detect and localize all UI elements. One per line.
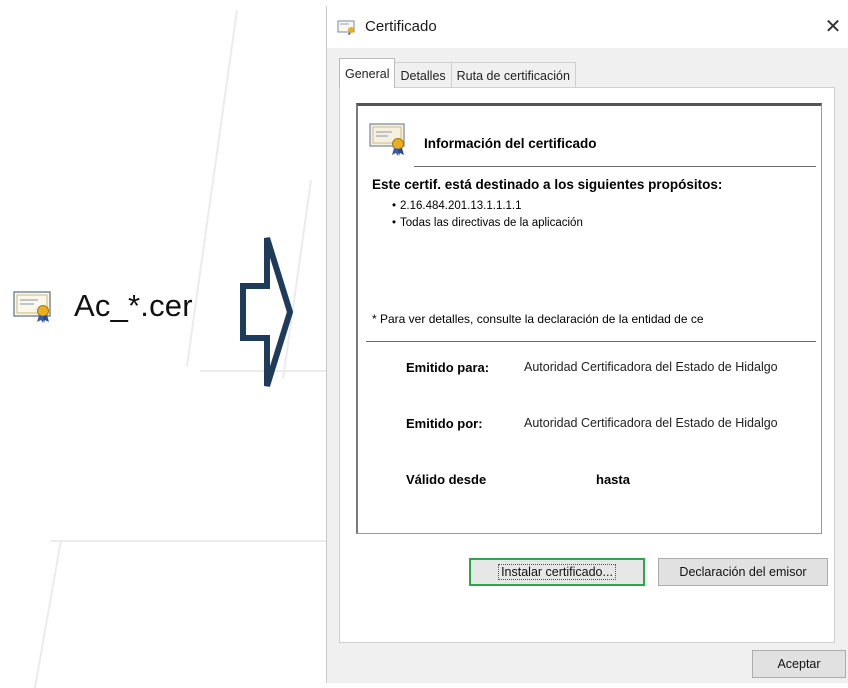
install-certificate-button[interactable]: Instalar certificado...: [469, 558, 645, 586]
background-line: [185, 10, 238, 367]
title-bar[interactable]: Certificado ✕: [327, 6, 848, 48]
purposes-heading: Este certif. está destinado a los siguie…: [372, 177, 723, 192]
tab-bar: General Detalles Ruta de certificación: [339, 58, 576, 88]
ok-button[interactable]: Aceptar: [752, 650, 846, 678]
tab-general[interactable]: General: [339, 58, 396, 88]
purposes-list: 2.16.484.201.13.1.1.1.1 Todas las direct…: [392, 198, 583, 232]
certificate-file[interactable]: Ac_*.cer: [12, 288, 193, 324]
close-button[interactable]: ✕: [818, 12, 848, 42]
divider: [414, 166, 816, 167]
tab-details[interactable]: Detalles: [394, 62, 452, 88]
divider: [366, 341, 816, 342]
install-certificate-label: Instalar certificado...: [498, 564, 616, 580]
general-tab-panel: Información del certificado Este certif.…: [339, 87, 835, 643]
right-arrow-icon: [240, 237, 294, 387]
issued-by-label: Emitido por:: [406, 416, 483, 431]
certificate-icon: [13, 291, 51, 323]
details-note: * Para ver detalles, consulte la declara…: [372, 312, 704, 326]
issuer-statement-button[interactable]: Declaración del emisor: [658, 558, 828, 586]
certificate-icon: [369, 123, 405, 156]
valid-from-label: Válido desde: [406, 472, 487, 487]
issued-by-value: Autoridad Certificadora del Estado de Hi…: [524, 416, 778, 430]
background-line: [33, 540, 62, 688]
background-line: [50, 540, 326, 542]
file-name: Ac_*.cer: [74, 288, 193, 323]
list-item: 2.16.484.201.13.1.1.1.1: [392, 198, 583, 215]
dialog-title: Certificado: [365, 18, 437, 35]
tab-certification-path[interactable]: Ruta de certificación: [450, 62, 576, 88]
issued-to-value: Autoridad Certificadora del Estado de Hi…: [524, 360, 778, 374]
valid-to-label: hasta: [596, 472, 630, 487]
issued-to-label: Emitido para:: [406, 360, 490, 375]
list-item: Todas las directivas de la aplicación: [392, 215, 583, 232]
certificate-dialog: Certificado ✕ General Detalles Ruta de c…: [326, 6, 848, 683]
info-title: Información del certificado: [424, 136, 597, 151]
certificate-icon: [337, 20, 355, 35]
certificate-info-box: Información del certificado Este certif.…: [356, 103, 822, 534]
